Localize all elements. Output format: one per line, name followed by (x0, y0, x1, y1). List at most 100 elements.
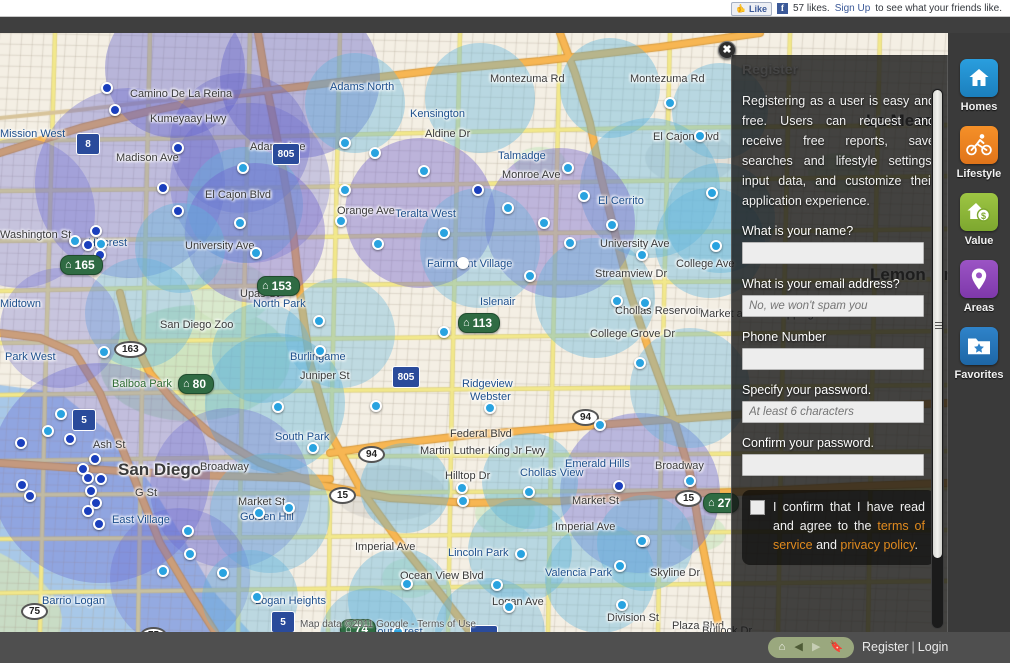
email-field[interactable] (742, 295, 924, 317)
map-marker[interactable] (251, 591, 263, 603)
map-marker[interactable] (515, 548, 527, 560)
map-marker[interactable] (636, 535, 648, 547)
map-marker[interactable] (157, 565, 169, 577)
name-field[interactable] (742, 242, 924, 264)
map-marker[interactable] (85, 485, 97, 497)
map-marker[interactable] (335, 215, 347, 227)
map-marker[interactable] (503, 601, 515, 613)
map-marker[interactable] (313, 315, 325, 327)
map-marker[interactable] (639, 297, 651, 309)
map-marker[interactable] (15, 437, 27, 449)
map-marker[interactable] (684, 475, 696, 487)
map-marker[interactable] (283, 502, 295, 514)
register-panel-scrollbar[interactable] (931, 88, 944, 629)
map-marker[interactable] (184, 548, 196, 560)
map-marker[interactable] (339, 137, 351, 149)
facebook-like-button[interactable]: 👍 Like (731, 1, 772, 16)
listing-count-badge[interactable]: ⌂ 165 (60, 255, 103, 275)
confirm-password-field[interactable] (742, 454, 924, 476)
map-marker[interactable] (664, 97, 676, 109)
map-marker[interactable] (64, 433, 76, 445)
register-link[interactable]: Register (862, 640, 909, 654)
map-marker[interactable] (82, 505, 94, 517)
map-marker[interactable] (250, 247, 262, 259)
map-marker[interactable] (562, 162, 574, 174)
map-marker[interactable] (538, 217, 550, 229)
map-marker[interactable] (95, 473, 107, 485)
map-marker[interactable] (172, 205, 184, 217)
map-marker[interactable] (307, 442, 319, 454)
map-marker[interactable] (524, 270, 536, 282)
map-marker[interactable] (217, 567, 229, 579)
map-marker[interactable] (401, 578, 413, 590)
map-marker[interactable] (457, 495, 469, 507)
listing-count-badge[interactable]: ⌂ 113 (458, 313, 501, 333)
home-icon[interactable]: ⌂ (779, 642, 786, 653)
scrollbar-thumb[interactable] (933, 90, 942, 558)
map-marker[interactable] (614, 560, 626, 572)
map-marker[interactable] (370, 400, 382, 412)
phone-field[interactable] (742, 348, 924, 370)
back-arrow-icon[interactable]: ◀ (794, 642, 802, 653)
map-marker[interactable] (253, 507, 265, 519)
map-marker[interactable] (101, 82, 113, 94)
map-marker[interactable] (578, 190, 590, 202)
map-marker[interactable] (418, 165, 430, 177)
map-marker[interactable] (616, 599, 628, 611)
map-marker[interactable] (636, 249, 648, 261)
map-marker[interactable] (42, 425, 54, 437)
sidebar-item-value[interactable]: $ Value (948, 193, 1010, 247)
map-marker[interactable] (694, 130, 706, 142)
map-marker[interactable] (89, 453, 101, 465)
map-marker[interactable] (438, 326, 450, 338)
listing-count-badge[interactable]: ⌂ 80 (178, 374, 215, 394)
map-marker[interactable] (314, 345, 326, 357)
map-marker[interactable] (634, 357, 646, 369)
nav-pill[interactable]: ⌂ ◀ ▶ 🔖 (768, 637, 854, 658)
map-marker[interactable] (456, 482, 468, 494)
map-marker[interactable] (706, 187, 718, 199)
map-marker[interactable] (611, 295, 623, 307)
map-marker[interactable] (93, 518, 105, 530)
map-marker[interactable] (172, 142, 184, 154)
map-marker[interactable] (523, 486, 535, 498)
login-link[interactable]: Login (918, 640, 949, 654)
facebook-signup-link[interactable]: Sign Up (835, 3, 871, 14)
sidebar-item-lifestyle[interactable]: Lifestyle (948, 126, 1010, 180)
bookmark-icon[interactable]: 🔖 (830, 642, 844, 653)
map-marker[interactable] (472, 184, 484, 196)
map-marker[interactable] (594, 419, 606, 431)
map-marker[interactable] (457, 257, 469, 269)
forward-arrow-icon[interactable]: ▶ (812, 642, 820, 653)
map-marker[interactable] (491, 579, 503, 591)
map-marker[interactable] (109, 104, 121, 116)
map-marker[interactable] (98, 346, 110, 358)
sidebar-item-favorites[interactable]: Favorites (948, 327, 1010, 381)
map-marker[interactable] (234, 217, 246, 229)
map-marker[interactable] (484, 402, 496, 414)
terms-agreement-checkbox[interactable] (750, 500, 765, 515)
map-marker[interactable] (438, 227, 450, 239)
map-marker[interactable] (157, 182, 169, 194)
map-marker[interactable] (82, 472, 94, 484)
password-field[interactable] (742, 401, 924, 423)
map-marker[interactable] (339, 184, 351, 196)
map-marker[interactable] (369, 147, 381, 159)
map-marker[interactable] (237, 162, 249, 174)
sidebar-item-areas[interactable]: Areas (948, 260, 1010, 314)
map-marker[interactable] (82, 239, 94, 251)
map-marker[interactable] (564, 237, 576, 249)
map-marker[interactable] (606, 219, 618, 231)
map-marker[interactable] (24, 490, 36, 502)
map-marker[interactable] (502, 202, 514, 214)
map-marker[interactable] (710, 240, 722, 252)
sidebar-item-homes[interactable]: Homes (948, 59, 1010, 113)
map-marker[interactable] (16, 479, 28, 491)
map-marker[interactable] (69, 235, 81, 247)
map-marker[interactable] (55, 408, 67, 420)
map-marker[interactable] (613, 480, 625, 492)
map-marker[interactable] (90, 225, 102, 237)
listing-count-badge[interactable]: ⌂ 153 (257, 276, 300, 296)
map-marker[interactable] (182, 525, 194, 537)
privacy-policy-link[interactable]: privacy policy (840, 538, 914, 552)
